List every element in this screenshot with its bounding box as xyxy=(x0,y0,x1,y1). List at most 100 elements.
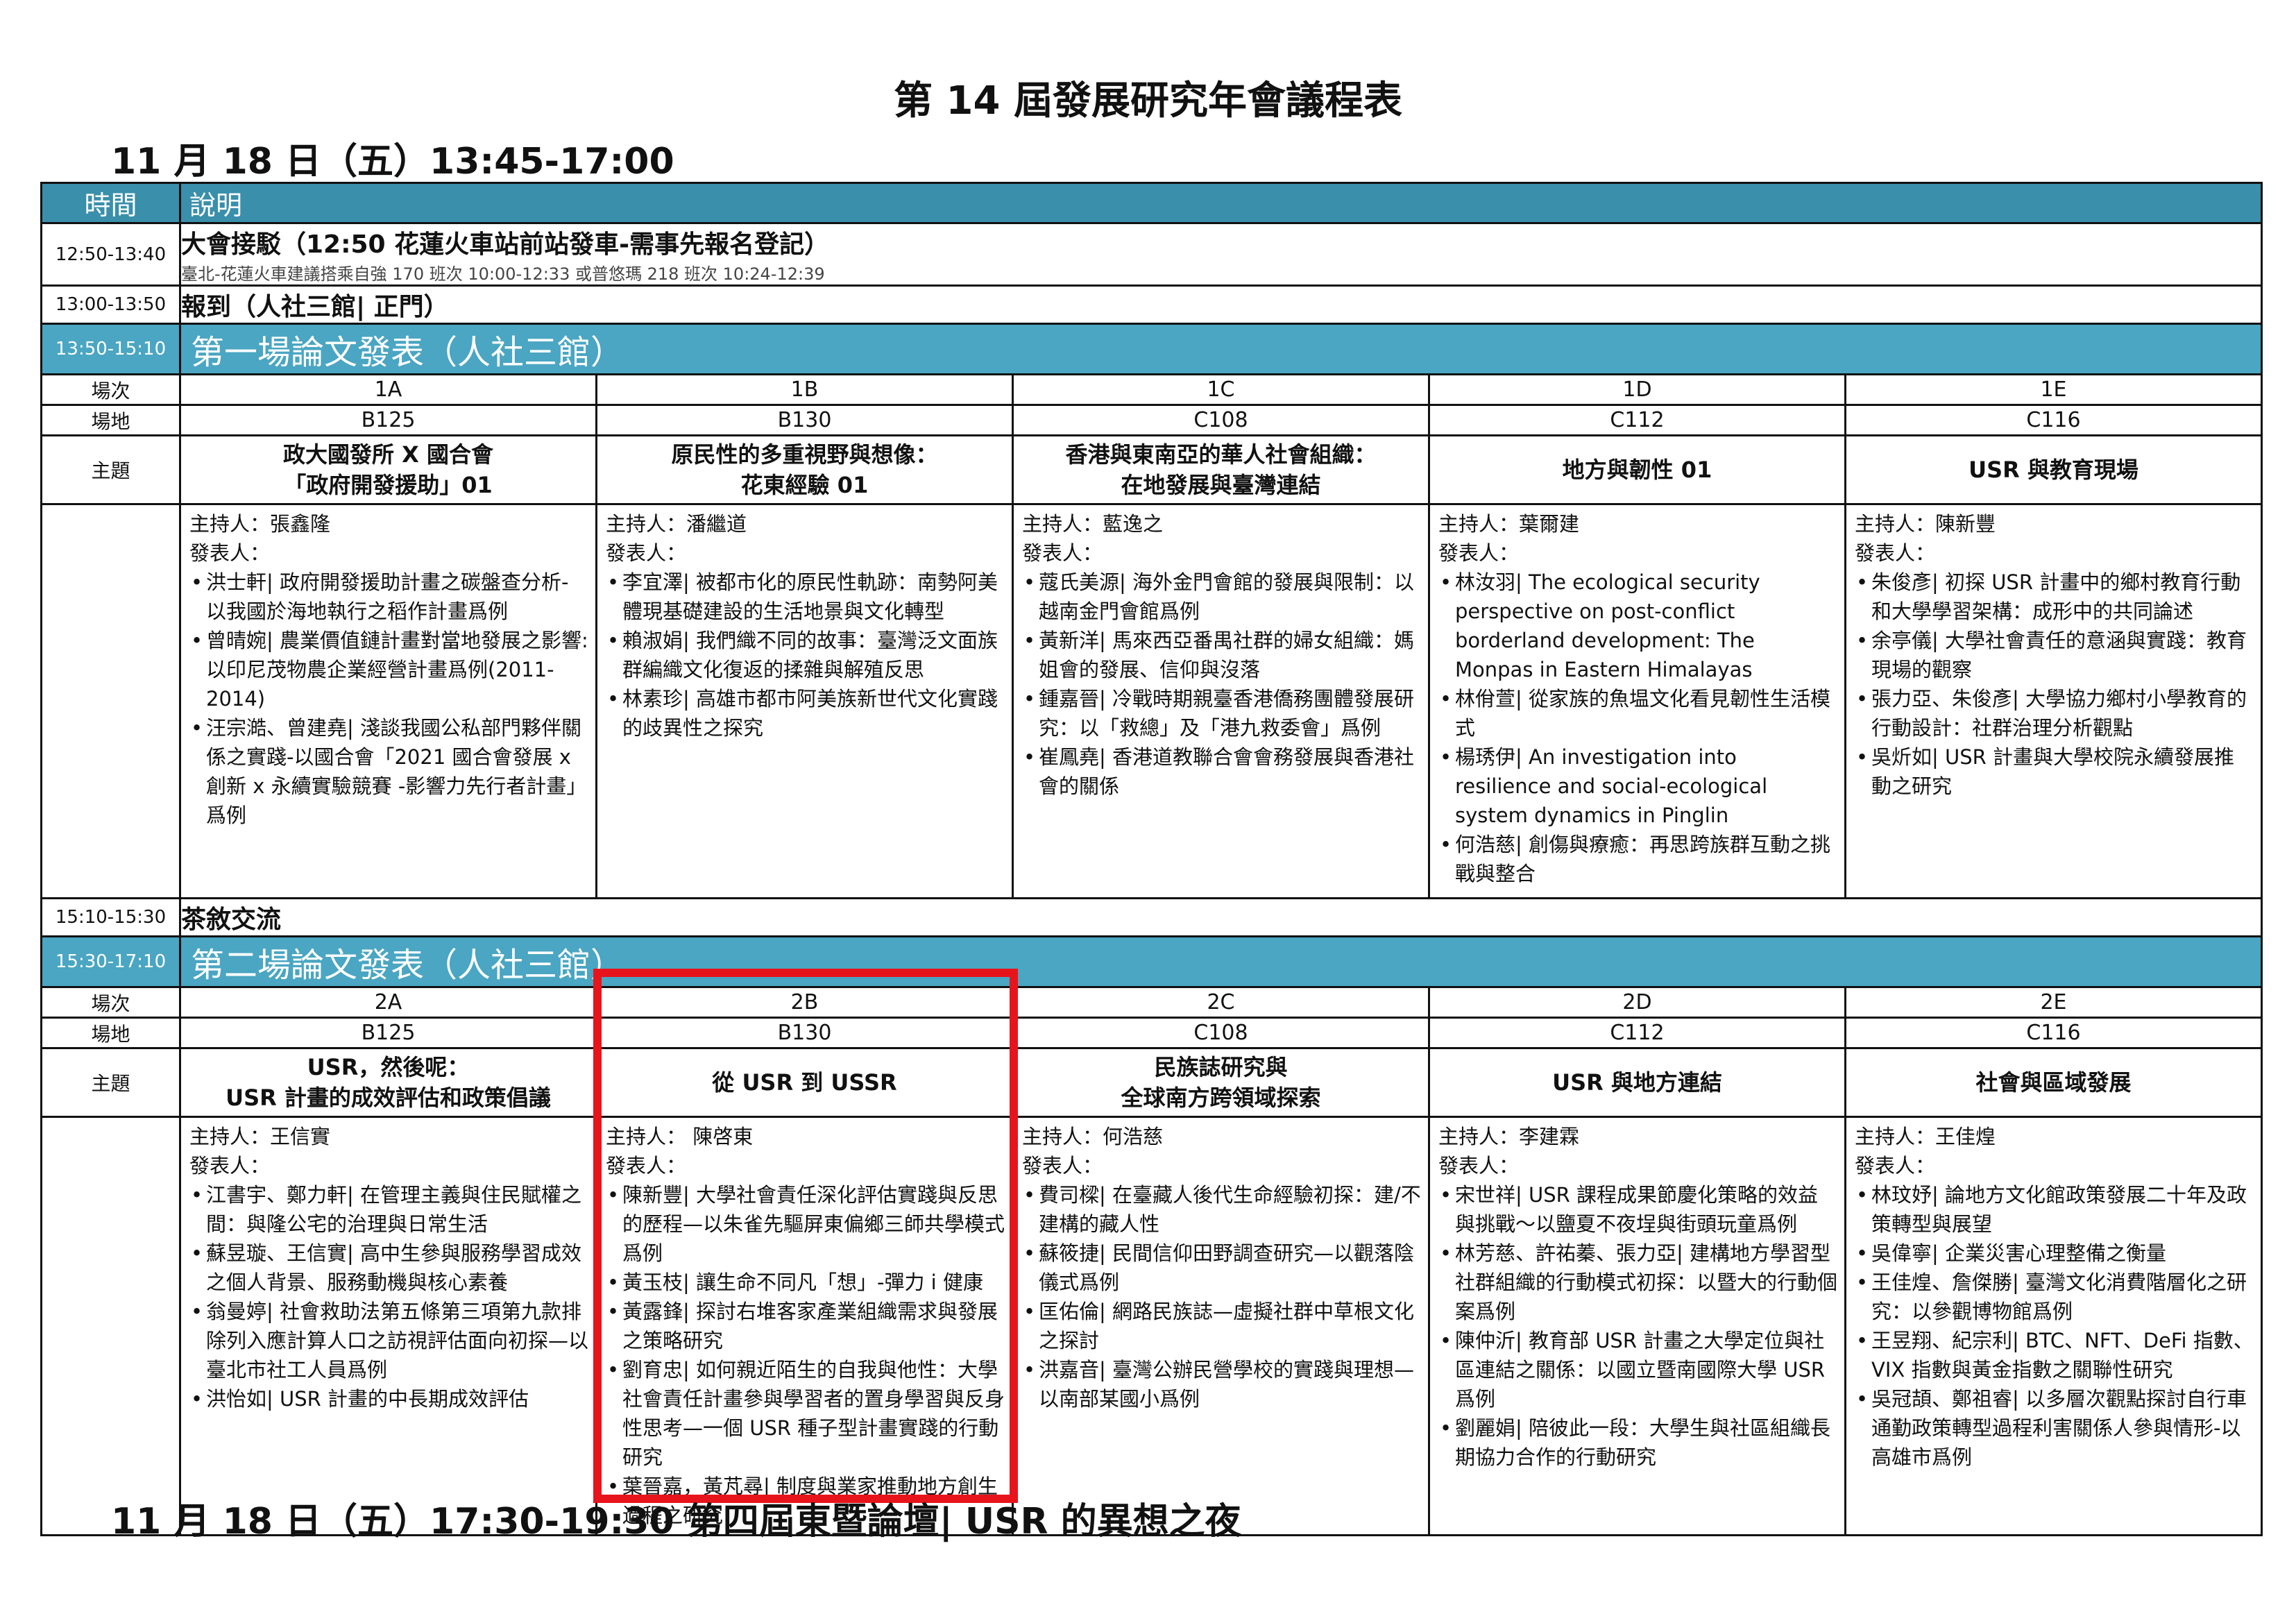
schedule-table: 時間 說明 12:50-13:40 大會接駁（12:50 花蓮火車站前站發車-需… xyxy=(40,182,2263,1536)
presenter-label: 發表人： xyxy=(1855,1154,1936,1178)
session-content-1C: 主持人：藍逸之 發表人： 蔻氏美源| 海外金門會館的發展與限制：以越南金門會館爲… xyxy=(1012,503,1430,899)
session-content-2E: 主持人：王佳煌 發表人： 林玟妤| 論地方文化館政策發展二十年及政策轉型與展望 … xyxy=(1844,1116,2263,1536)
page-title: 第 14 屆發展研究年會議程表 xyxy=(894,78,1402,124)
content-label-empty xyxy=(40,1116,181,1536)
session-label: 場次 xyxy=(40,373,181,406)
presenter-list: 宋世祥| USR 課程成果節慶化策略的效益與挑戰～以鹽夏不夜埕與街頭玩童爲例 林… xyxy=(1438,1180,1837,1472)
header-description: 說明 xyxy=(179,182,2263,224)
shuttle-row: 12:50-13:40 大會接駁（12:50 花蓮火車站前站發車-需事先報名登記… xyxy=(40,222,2263,287)
session1-time: 13:50-15:10 xyxy=(40,323,181,375)
topic-cell: 政大國發所 X 國合會 「政府開發援助」01 xyxy=(179,434,597,505)
list-item: 林汝羽| The ecological security perspective… xyxy=(1440,568,1837,684)
presenter-label: 發表人： xyxy=(189,541,271,565)
presenter-label: 發表人： xyxy=(1438,1154,1520,1178)
session-content-1E: 主持人：陳新豐 發表人： 朱俊彥| 初探 USR 計畫中的鄉村教育行動和大學學習… xyxy=(1844,503,2263,899)
topic-cell: 民族誌研究與 全球南方跨領域探索 xyxy=(1012,1047,1430,1118)
session-id: 2D xyxy=(1428,986,1846,1019)
topic-line: 地方與韌性 01 xyxy=(1562,457,1712,483)
topic-cell: USR 與教育現場 xyxy=(1844,434,2263,505)
session2-time: 15:30-17:10 xyxy=(40,935,181,988)
topic-line: 原民性的多重視野與想像： xyxy=(671,441,938,468)
session-id: 1E xyxy=(1844,373,2263,406)
host: 主持人：陳新豐 xyxy=(1855,512,1996,536)
topic-line: 民族誌研究與 xyxy=(1154,1054,1288,1080)
list-item: 洪士軒| 政府開發援助計畫之碳盤查分析-以我國於海地執行之稻作計畫爲例 xyxy=(191,568,588,626)
topic-line: 政大國發所 X 國合會 xyxy=(283,441,493,468)
list-item: 蘇筱捷| 民間信仰田野調查研究—以觀落陰儀式爲例 xyxy=(1023,1239,1421,1297)
topic-line: 社會與區域發展 xyxy=(1975,1069,2132,1096)
shuttle-cell: 大會接駁（12:50 花蓮火車站前站發車-需事先報名登記） 臺北-花蓮火車建議搭… xyxy=(179,222,2263,287)
presenter-list: 林汝羽| The ecological security perspective… xyxy=(1438,568,1837,888)
venue-room: C112 xyxy=(1428,404,1846,436)
presenter-label: 發表人： xyxy=(1022,1154,1103,1178)
topic-line: USR 與地方連結 xyxy=(1552,1069,1722,1096)
list-item: 朱俊彥| 初探 USR 計畫中的鄉村教育行動和大學學習架構：成形中的共同論述 xyxy=(1856,568,2254,626)
presenter-list: 朱俊彥| 初探 USR 計畫中的鄉村教育行動和大學學習架構：成形中的共同論述 余… xyxy=(1855,568,2254,801)
list-item: 汪宗澔、曾建堯| 淺談我國公私部門夥伴關係之實踐-以國合會「2021 國合會發展… xyxy=(191,713,588,830)
venue-label: 場地 xyxy=(40,1017,181,1049)
topic-line: 在地發展與臺灣連結 xyxy=(1121,472,1321,498)
list-item: 林素珍| 高雄市都市阿美族新世代文化實踐的歧異性之探究 xyxy=(607,684,1005,742)
topic-line: 香港與東南亞的華人社會組織： xyxy=(1065,441,1377,468)
session1-content-row: 主持人：張鑫隆 發表人： 洪士軒| 政府開發援助計畫之碳盤查分析-以我國於海地執… xyxy=(40,503,2263,899)
topic-label: 主題 xyxy=(40,1047,181,1118)
checkin-title: 報到（人社三館| 正門） xyxy=(179,284,2263,325)
list-item: 崔鳳堯| 香港道教聯合會會務發展與香港社會的關係 xyxy=(1023,742,1421,801)
shuttle-time: 12:50-13:40 xyxy=(40,222,181,287)
session1-topic-row: 主題 政大國發所 X 國合會 「政府開發援助」01 原民性的多重視野與想像： 花東經… xyxy=(40,434,2263,505)
session2-title: 第二場論文發表（人社三館） xyxy=(179,935,2263,988)
list-item: 蔻氏美源| 海外金門會館的發展與限制：以越南金門會館爲例 xyxy=(1023,568,1421,626)
session-id: 1D xyxy=(1428,373,1846,406)
session-content-2A: 主持人：王信實 發表人： 江書宇、鄭力軒| 在管理主義與住民賦權之間：與隆公宅的… xyxy=(179,1116,597,1536)
date-heading-afternoon: 11 月 18 日（五）13:45-17:00 xyxy=(111,141,674,182)
venue-room: B125 xyxy=(179,1017,597,1049)
list-item: 余亭儀| 大學社會責任的意涵與實踐：教育現場的觀察 xyxy=(1856,626,2254,684)
shuttle-train-note: 臺北-花蓮火車建議搭乘自強 170 班次 10:00-12:33 或普悠瑪 21… xyxy=(181,264,825,284)
host: 主持人：何浩慈 xyxy=(1022,1125,1164,1148)
date-heading-evening: 11 月 18 日（五）17:30-19:30 第四屆東暨論壇| USR 的異想… xyxy=(111,1501,1241,1543)
list-item: 王昱翔、紀宗利| BTC、NFT、DeFi 指數、VIX 指數與黃金指數之關聯性… xyxy=(1856,1326,2254,1384)
session1-band: 13:50-15:10 第一場論文發表（人社三館） xyxy=(40,323,2263,375)
host: 主持人：王信實 xyxy=(189,1125,331,1148)
session2-venue-row: 場地 B125 B130 C108 C112 C116 xyxy=(40,1017,2263,1049)
presenter-list: 李宜澤| 被都市化的原民性軌跡：南勢阿美體現基礎建設的生活地景與文化轉型 賴淑娟… xyxy=(606,568,1005,742)
list-item: 李宜澤| 被都市化的原民性軌跡：南勢阿美體現基礎建設的生活地景與文化轉型 xyxy=(607,568,1005,626)
session-content-2D: 主持人：李建霖 發表人： 宋世祥| USR 課程成果節慶化策略的效益與挑戰～以鹽… xyxy=(1428,1116,1846,1536)
list-item: 劉麗娟| 陪彼此一段：大學生與社區組織長期協力合作的行動研究 xyxy=(1440,1413,1837,1472)
topic-cell: 地方與韌性 01 xyxy=(1428,434,1846,505)
session-content-1B: 主持人：潘繼道 發表人： 李宜澤| 被都市化的原民性軌跡：南勢阿美體現基礎建設的… xyxy=(595,503,1014,899)
host: 主持人：王佳煌 xyxy=(1855,1125,1996,1148)
presenter-list: 洪士軒| 政府開發援助計畫之碳盤查分析-以我國於海地執行之稻作計畫爲例 曾晴婉|… xyxy=(189,568,588,830)
list-item: 陳仲沂| 教育部 USR 計畫之大學定位與社區連結之關係：以國立暨南國際大學 U… xyxy=(1440,1326,1837,1413)
list-item: 林佾萱| 從家族的魚塭文化看見韌性生活模式 xyxy=(1440,684,1837,742)
presenter-label: 發表人： xyxy=(1022,541,1103,565)
list-item: 費司樑| 在臺藏人後代生命經驗初探：建/不建構的藏人性 xyxy=(1023,1180,1421,1239)
session2-id-row: 場次 2A 2B 2C 2D 2E xyxy=(40,986,2263,1019)
list-item: 蘇昱璇、王信實| 高中生參與服務學習成效之個人背景、服務動機與核心素養 xyxy=(191,1239,588,1297)
list-item: 吳冠頡、鄭祖睿| 以多層次觀點探討自行車通勤政策轉型過程利害關係人參與情形-以高… xyxy=(1856,1384,2254,1472)
list-item: 黃新洋| 馬來西亞番禺社群的婦女組織：媽姐會的發展、信仰與沒落 xyxy=(1023,626,1421,684)
tea-row: 15:10-15:30 茶敘交流 xyxy=(40,897,2263,937)
presenter-list: 費司樑| 在臺藏人後代生命經驗初探：建/不建構的藏人性 蘇筱捷| 民間信仰田野調… xyxy=(1022,1180,1421,1413)
topic-line: USR，然後呢： xyxy=(307,1054,470,1080)
venue-room: B125 xyxy=(179,404,597,436)
presenter-list: 江書宇、鄭力軒| 在管理主義與住民賦權之間：與隆公宅的治理與日常生活 蘇昱璇、王… xyxy=(189,1180,588,1413)
session2-band: 15:30-17:10 第二場論文發表（人社三館） xyxy=(40,935,2263,988)
venue-room: B130 xyxy=(595,404,1014,436)
session2-content-row: 主持人：王信實 發表人： 江書宇、鄭力軒| 在管理主義與住民賦權之間：與隆公宅的… xyxy=(40,1116,2263,1536)
presenter-label: 發表人： xyxy=(1855,541,1936,565)
checkin-row: 13:00-13:50 報到（人社三館| 正門） xyxy=(40,284,2263,325)
presenter-label: 發表人： xyxy=(189,1154,271,1178)
list-item: 吳偉寧| 企業災害心理整備之衡量 xyxy=(1856,1239,2254,1268)
topic-line: USR 與教育現場 xyxy=(1968,457,2138,483)
list-item: 江書宇、鄭力軒| 在管理主義與住民賦權之間：與隆公宅的治理與日常生活 xyxy=(191,1180,588,1239)
table-header-row: 時間 說明 xyxy=(40,182,2263,224)
list-item: 林芳慈、許祐蓁、張力亞| 建構地方學習型社群組織的行動模式初探：以暨大的行動個案… xyxy=(1440,1239,1837,1326)
session-content-1D: 主持人：葉爾建 發表人： 林汝羽| The ecological securit… xyxy=(1428,503,1846,899)
list-item: 王佳煌、詹傑勝| 臺灣文化消費階層化之研究：以參觀博物館爲例 xyxy=(1856,1268,2254,1326)
session1-venue-row: 場地 B125 B130 C108 C112 C116 xyxy=(40,404,2263,436)
host: 主持人：潘繼道 xyxy=(606,512,747,536)
session-id: 2E xyxy=(1844,986,2263,1019)
topic-cell: 原民性的多重視野與想像： 花東經驗 01 xyxy=(595,434,1014,505)
topic-line: USR 計畫的成效評估和政策倡議 xyxy=(226,1085,551,1111)
